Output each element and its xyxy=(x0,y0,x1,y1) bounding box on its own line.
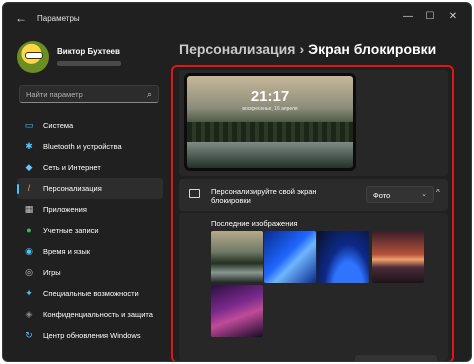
wifi-icon: ◆ xyxy=(25,162,33,172)
user-email-redacted xyxy=(57,61,121,66)
sidebar-item-label: Конфиденциальность и защита xyxy=(43,310,153,319)
settings-window: ← Параметры — ☐ ✕ Виктор Бухтеев Найти п… xyxy=(2,2,472,362)
lock-screen-background-dropdown[interactable]: Фото ⌄ xyxy=(366,186,434,203)
sidebar-item-monitor[interactable]: ▭ Система xyxy=(17,115,163,136)
recent-image-blue-bloom[interactable] xyxy=(264,231,316,283)
sidebar-item-label: Сеть и Интернет xyxy=(43,163,101,172)
lock-screen-clock: 21:17 xyxy=(250,88,290,105)
recent-image-landscape-lake[interactable] xyxy=(211,231,263,283)
personalize-lock-screen-row[interactable]: Персонализируйте свой экран блокировки Ф… xyxy=(179,179,448,211)
back-button[interactable]: ← xyxy=(15,11,27,25)
apps-icon: ▦ xyxy=(24,204,34,214)
search-placeholder: Найти параметр xyxy=(26,90,83,99)
sidebar-item-apps[interactable]: ▦ Приложения xyxy=(17,199,163,220)
search-input[interactable]: Найти параметр ⌕ xyxy=(19,85,159,103)
sidebar-item-globe-clock[interactable]: ◉ Время и язык xyxy=(17,241,163,262)
breadcrumb-separator: › xyxy=(299,41,305,57)
chevron-down-icon: ⌄ xyxy=(421,191,427,198)
lock-screen-date: воскресенье, 16 апреля xyxy=(242,106,298,112)
bluetooth-icon: ✱ xyxy=(25,141,33,151)
minimize-button[interactable]: — xyxy=(401,11,415,22)
sidebar-item-label: Bluetooth и устройства xyxy=(43,142,122,151)
person-icon: ● xyxy=(26,225,32,235)
user-name: Виктор Бухтеев xyxy=(57,47,120,56)
recent-images-title: Последние изображения xyxy=(211,219,298,228)
picture-icon xyxy=(189,189,200,198)
sidebar-item-accessibility[interactable]: ✦ Специальные возможности xyxy=(17,283,163,304)
gamepad-icon: ◎ xyxy=(25,267,33,277)
breadcrumb-parent[interactable]: Персонализация xyxy=(179,41,295,57)
sidebar-item-label: Центр обновления Windows xyxy=(43,331,141,340)
sidebar-item-update[interactable]: ↻ Центр обновления Windows xyxy=(17,325,163,346)
sidebar-item-label: Время и язык xyxy=(43,247,91,256)
sidebar-item-gamepad[interactable]: ◎ Игры xyxy=(17,262,163,283)
dropdown-selected-value: Фото xyxy=(373,191,391,200)
sidebar-item-label: Учетные записи xyxy=(43,226,99,235)
title-bar: ← Параметры — ☐ ✕ xyxy=(3,3,471,33)
sidebar-item-label: Приложения xyxy=(43,205,87,214)
browse-photos-button-partial[interactable] xyxy=(355,355,437,361)
sidebar-item-label: Персонализация xyxy=(43,184,102,193)
sidebar-item-wifi[interactable]: ◆ Сеть и Интернет xyxy=(17,157,163,178)
recent-image-sunset-road[interactable] xyxy=(372,231,424,283)
recent-image-blue-glow[interactable] xyxy=(317,231,369,283)
collapse-chevron-up-icon[interactable]: ^ xyxy=(436,188,440,197)
close-button[interactable]: ✕ xyxy=(446,11,460,22)
lock-screen-section-highlight: 21:17 воскресенье, 16 апреля Персонализи… xyxy=(171,65,454,361)
sidebar-item-person[interactable]: ● Учетные записи xyxy=(17,220,163,241)
update-icon: ↻ xyxy=(25,330,33,340)
lock-screen-preview-image: 21:17 воскресенье, 16 апреля xyxy=(184,73,356,171)
breadcrumb: Персонализация › Экран блокировки xyxy=(179,41,436,57)
sidebar-item-label: Игры xyxy=(43,268,61,277)
maximize-button[interactable]: ☐ xyxy=(423,11,437,22)
brush-icon: / xyxy=(27,183,31,193)
user-profile[interactable]: Виктор Бухтеев xyxy=(17,41,177,77)
lake-reflection xyxy=(187,142,353,168)
search-icon: ⌕ xyxy=(146,89,152,99)
lock-screen-preview-card: 21:17 воскресенье, 16 апреля xyxy=(179,70,448,176)
sidebar-item-label: Система xyxy=(43,121,74,130)
recent-image-purple-abstract[interactable] xyxy=(211,285,263,337)
recent-images-panel: Последние изображения xyxy=(179,213,448,361)
monitor-icon: ▭ xyxy=(24,120,34,130)
app-title: Параметры xyxy=(37,14,80,23)
avatar xyxy=(17,41,49,73)
personalize-lock-screen-label: Персонализируйте свой экран блокировки xyxy=(211,187,317,205)
forest-silhouette xyxy=(187,122,353,142)
globe-clock-icon: ◉ xyxy=(25,246,33,256)
sidebar-item-brush[interactable]: / Персонализация xyxy=(17,178,163,199)
page-title: Экран блокировки xyxy=(308,41,437,57)
accessibility-icon: ✦ xyxy=(25,288,33,298)
shield-icon: ◈ xyxy=(25,309,33,319)
sidebar-item-bluetooth[interactable]: ✱ Bluetooth и устройства xyxy=(17,136,163,157)
sidebar-nav: ▭ Система ✱ Bluetooth и устройства ◆ Сеть и И… xyxy=(17,115,163,346)
sidebar-item-label: Специальные возможности xyxy=(43,289,139,298)
sidebar-item-shield[interactable]: ◈ Конфиденциальность и защита xyxy=(17,304,163,325)
